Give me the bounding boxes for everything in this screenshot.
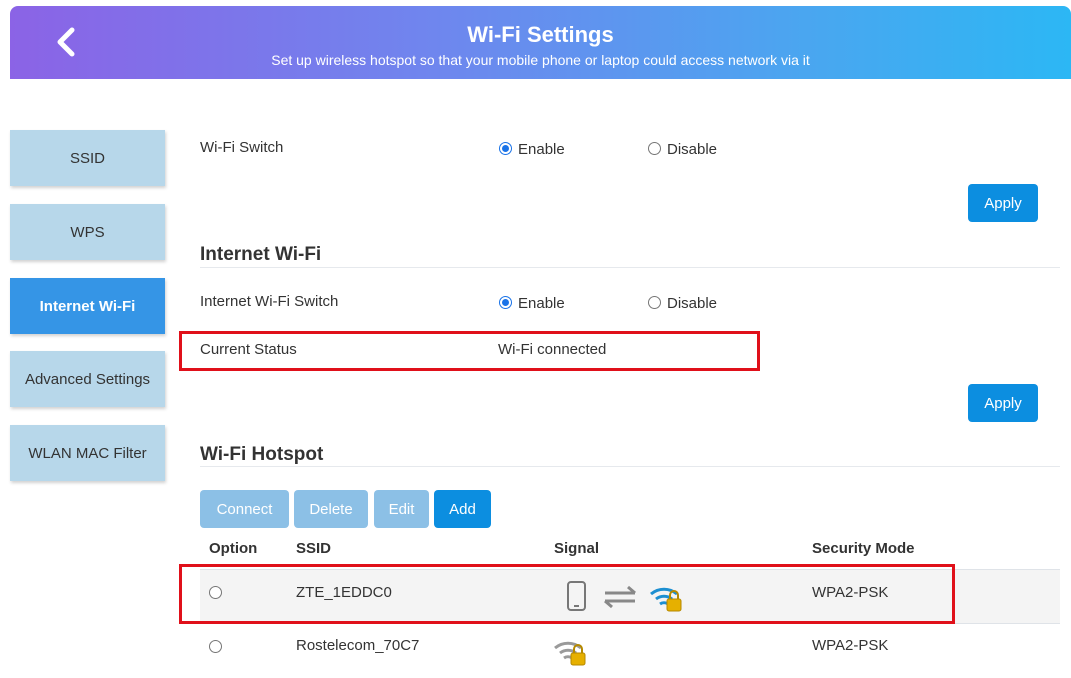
row-ssid: Rostelecom_70C7: [296, 637, 420, 654]
internet-wifi-enable-radio[interactable]: [499, 296, 512, 309]
section-divider: [200, 466, 1060, 467]
sidebar-item-label: WPS: [70, 223, 105, 241]
column-header-security-mode: Security Mode: [812, 540, 915, 557]
connect-button[interactable]: Connect: [200, 490, 289, 528]
sidebar-item-wps[interactable]: WPS: [10, 204, 165, 260]
column-header-option: Option: [209, 540, 258, 557]
wifi-switch-apply-button[interactable]: Apply: [968, 184, 1038, 222]
internet-wifi-disable-label: Disable: [667, 295, 718, 312]
internet-wifi-switch-label: Internet Wi-Fi Switch: [200, 293, 339, 310]
highlight-box-status: [179, 331, 760, 371]
wifi-signal-locked-icon: [554, 641, 586, 666]
sidebar-item-label: SSID: [69, 149, 105, 167]
edit-button[interactable]: Edit: [374, 490, 429, 528]
sidebar-item-label: Advanced Settings: [24, 370, 151, 388]
internet-wifi-apply-button[interactable]: Apply: [968, 384, 1038, 422]
internet-wifi-enable-label: Enable: [518, 295, 565, 312]
delete-button[interactable]: Delete: [294, 490, 368, 528]
sidebar-item-label: Internet Wi-Fi: [39, 297, 136, 315]
wifi-switch-label: Wi-Fi Switch: [200, 139, 284, 156]
row-option-radio[interactable]: [209, 640, 222, 653]
column-header-signal: Signal: [554, 540, 600, 557]
page: Wi-Fi Settings Set up wireless hotspot s…: [0, 0, 1071, 678]
internet-wifi-heading: Internet Wi-Fi: [200, 244, 322, 265]
wifi-hotspot-heading: Wi-Fi Hotspot: [200, 444, 324, 465]
page-subtitle: Set up wireless hotspot so that your mob…: [271, 52, 810, 68]
internet-wifi-disable-radio[interactable]: [648, 296, 661, 309]
sidebar-item-advanced-settings[interactable]: Advanced Settings: [10, 351, 165, 407]
wifi-switch-enable-radio[interactable]: [499, 142, 512, 155]
wifi-switch-disable-label: Disable: [667, 141, 718, 158]
sidebar-item-label: WLAN MAC Filter: [28, 444, 147, 462]
column-header-ssid: SSID: [296, 540, 332, 557]
wifi-switch-disable-radio[interactable]: [648, 142, 661, 155]
highlight-box-row: [179, 564, 955, 624]
sidebar-item-internet-wifi[interactable]: Internet Wi-Fi: [10, 278, 165, 334]
add-button[interactable]: Add: [434, 490, 491, 528]
header-bar: Wi-Fi Settings Set up wireless hotspot s…: [10, 6, 1071, 79]
row-security-mode: WPA2-PSK: [812, 637, 889, 654]
section-divider: [200, 267, 1060, 268]
sidebar-item-wlan-mac-filter[interactable]: WLAN MAC Filter: [10, 425, 165, 481]
wifi-switch-enable-label: Enable: [518, 141, 565, 158]
sidebar-item-ssid[interactable]: SSID: [10, 130, 165, 186]
page-title: Wi-Fi Settings: [467, 22, 614, 47]
